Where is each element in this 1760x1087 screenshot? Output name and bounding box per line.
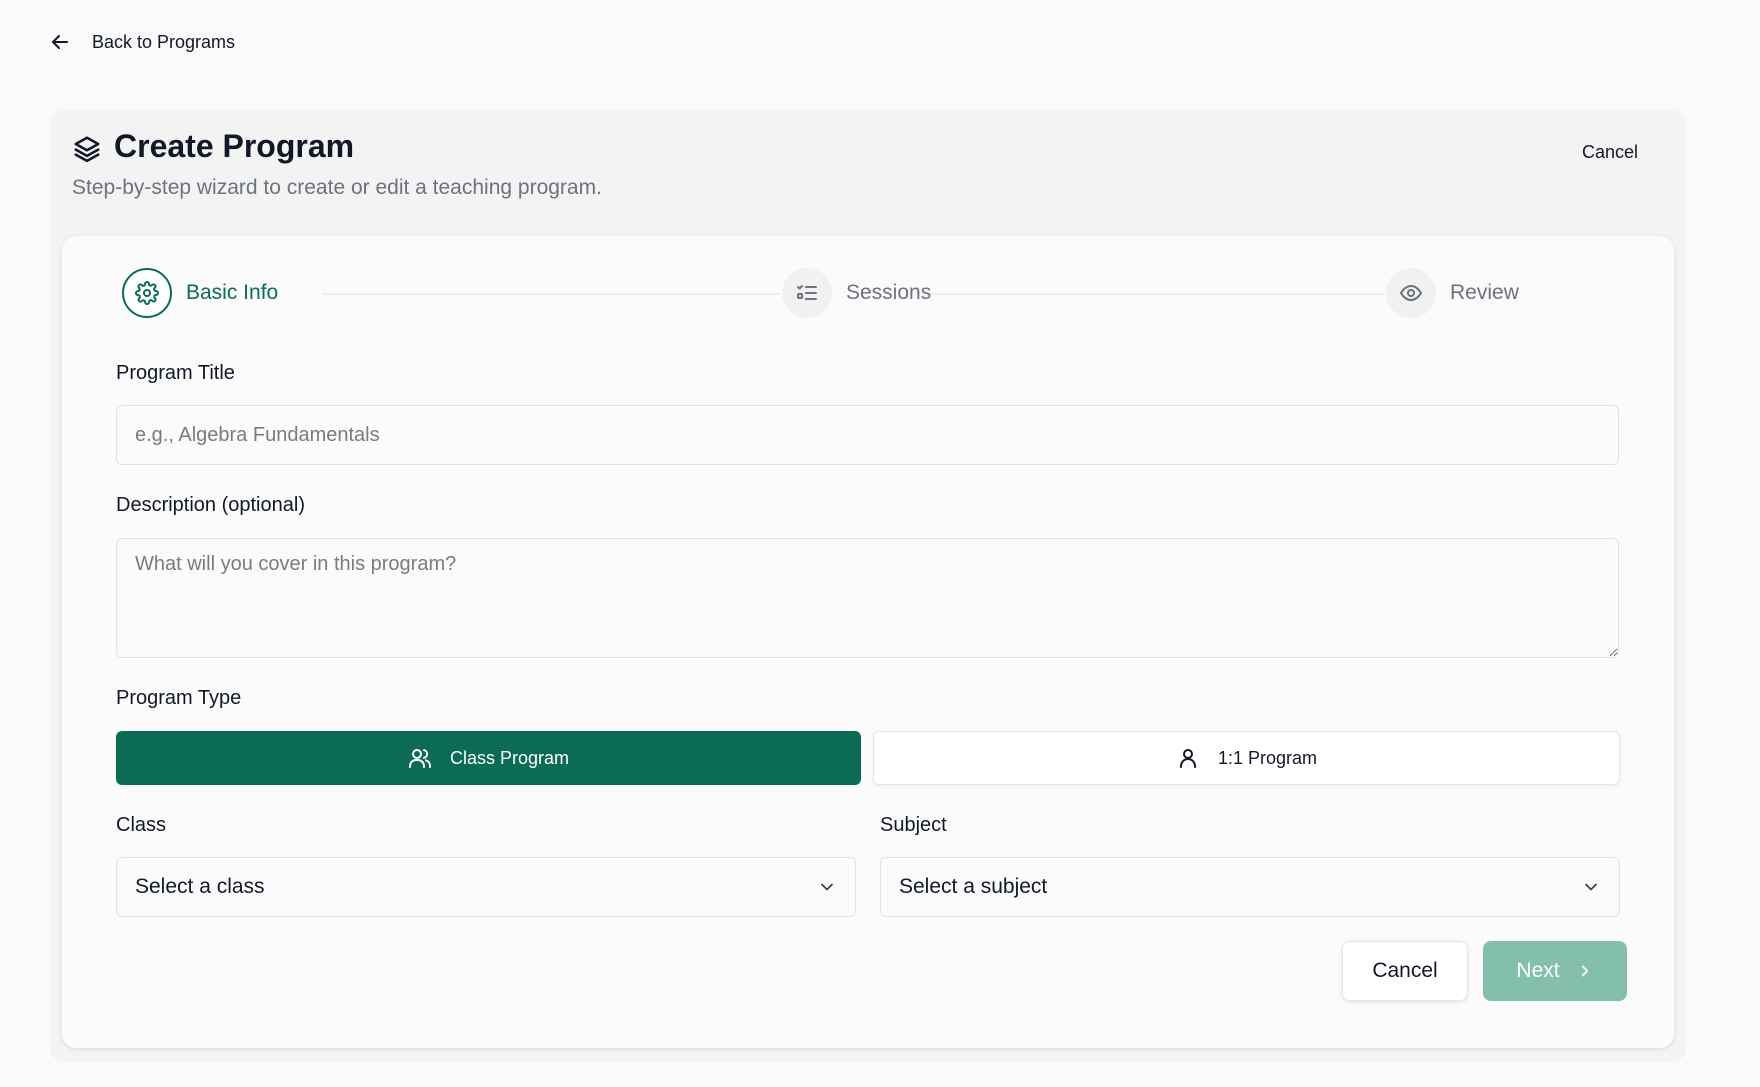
step-label: Basic Info (186, 281, 279, 304)
list-checks-icon (797, 285, 817, 300)
step-circle (1386, 268, 1436, 318)
description-label: Description (optional) (116, 494, 305, 516)
chevron-down-icon (821, 883, 833, 891)
eye-icon (1400, 285, 1422, 301)
chevron-down-icon (1585, 883, 1597, 891)
description-textarea[interactable] (116, 538, 1619, 658)
program-title-label: Program Title (116, 362, 235, 384)
step-sessions[interactable]: Sessions (782, 268, 931, 318)
step-connector (322, 293, 780, 295)
subject-select-value: Select a subject (899, 875, 1048, 898)
class-program-button[interactable]: Class Program (116, 731, 861, 785)
next-button[interactable]: Next (1483, 941, 1627, 1001)
one-on-one-program-label: 1:1 Program (1217, 747, 1318, 768)
gear-icon (135, 281, 159, 305)
step-label: Review (1450, 281, 1519, 304)
program-type-label: Program Type (116, 687, 242, 709)
class-program-label: Class Program (449, 747, 570, 768)
back-link-label: Back to Programs (92, 31, 236, 52)
step-label: Sessions (846, 281, 932, 304)
next-button-label: Next (1516, 959, 1560, 982)
step-circle (122, 268, 172, 318)
page-subtitle: Step-by-step wizard to create or edit a … (72, 176, 602, 199)
class-select-value: Select a class (135, 875, 265, 898)
step-review[interactable]: Review (1386, 268, 1519, 318)
page-title: Create Program (114, 128, 355, 164)
wizard-stepper: Basic Info Sessions Review (122, 268, 1678, 320)
subject-select[interactable]: Select a subject (880, 857, 1620, 917)
cancel-button[interactable]: Cancel (1342, 941, 1468, 1001)
header-cancel-button[interactable]: Cancel (1582, 142, 1638, 163)
step-basic-info[interactable]: Basic Info (122, 268, 278, 318)
class-label: Class (116, 814, 167, 836)
chevron-right-icon (1581, 965, 1588, 977)
step-connector (926, 293, 1384, 295)
one-on-one-program-button[interactable]: 1:1 Program (873, 731, 1620, 785)
program-title-input[interactable] (116, 405, 1619, 465)
arrow-left-icon (52, 35, 68, 49)
subject-label: Subject (880, 814, 947, 836)
user-icon (1179, 749, 1196, 768)
users-icon (408, 749, 431, 768)
back-to-programs-link[interactable]: Back to Programs (48, 30, 235, 54)
class-select[interactable]: Select a class (116, 857, 856, 917)
layers-icon (74, 136, 100, 163)
step-circle (782, 268, 832, 318)
